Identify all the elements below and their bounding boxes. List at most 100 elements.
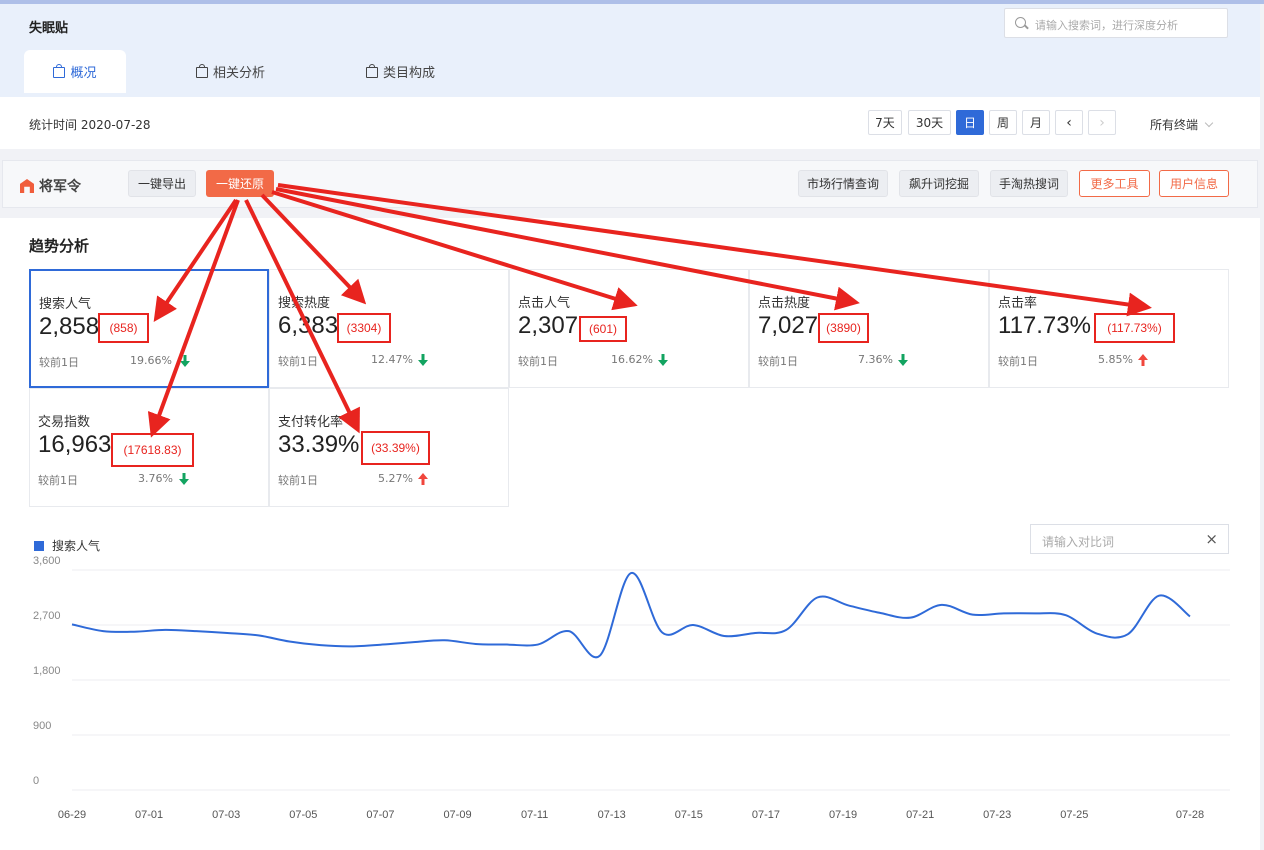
legend-label: 搜索人气: [52, 539, 101, 553]
arrow-down-icon: [898, 354, 908, 366]
metric-compare: 较前1日: [998, 355, 1038, 368]
metric-pct: 5.85%: [1098, 353, 1133, 366]
arrow-down-icon: [418, 354, 428, 366]
x-tick-label: 07-17: [752, 809, 780, 821]
metric-value: 117.73%: [998, 312, 1091, 339]
search-icon: [1015, 17, 1026, 28]
logo-icon: [20, 179, 34, 193]
compare-word-input[interactable]: 请输入对比词 ×: [1030, 524, 1229, 554]
period-day-button[interactable]: 日: [956, 110, 984, 135]
x-tick-label: 06-29: [58, 809, 86, 821]
metric-value: 33.39%: [278, 431, 360, 458]
metric-label: 支付转化率: [278, 415, 344, 430]
tab-related-analysis[interactable]: 相关分析: [196, 50, 265, 93]
chevron-down-icon: [1204, 118, 1214, 128]
metric-value: 7,027: [758, 312, 819, 339]
x-tick-label: 07-23: [983, 809, 1011, 821]
chevron-left-icon: ‹: [1066, 114, 1072, 131]
metric-label: 交易指数: [38, 415, 91, 430]
legend-swatch: [34, 540, 44, 551]
y-tick-label: 1,800: [33, 665, 61, 677]
x-tick-label: 07-19: [829, 809, 857, 821]
x-tick-label: 07-25: [1060, 809, 1088, 821]
metric-compare: 较前1日: [518, 355, 558, 368]
arrow-down-icon: [180, 355, 190, 367]
metric-compare: 较前1日: [38, 474, 78, 487]
metric-value: 6,383: [278, 312, 339, 339]
tab-category[interactable]: 类目构成: [366, 50, 435, 93]
x-tick-label: 07-11: [521, 809, 548, 821]
metric-card-search-popularity[interactable]: 搜索人气 2,858 较前1日 19.66%: [29, 269, 269, 388]
compare-placeholder: 请输入对比词: [1042, 535, 1115, 549]
metric-label: 搜索人气: [39, 297, 92, 312]
metric-pct: 3.76%: [138, 472, 173, 485]
restored-value-click-heat: (3890): [818, 313, 869, 343]
stat-time: 统计时间 2020-07-28: [29, 118, 151, 132]
restored-value-search-popularity: (858): [98, 313, 149, 343]
tab-label: 相关分析: [213, 66, 266, 81]
metric-card-click-popularity[interactable]: 点击人气 2,307 较前1日 16.62%: [509, 269, 749, 388]
plugin-logo: 将军令: [20, 176, 81, 196]
tab-overview[interactable]: 概况: [24, 50, 126, 93]
period-month-button[interactable]: 月: [1022, 110, 1050, 135]
series-line-search-popularity: [71, 572, 1191, 659]
x-tick-label: 07-15: [675, 809, 703, 821]
restored-value-search-heat: (3304): [337, 313, 391, 343]
arrow-down-icon: [179, 473, 189, 485]
chevron-right-icon: ›: [1099, 114, 1105, 131]
soaring-words-button[interactable]: 飙升词挖掘: [899, 170, 979, 197]
market-query-button[interactable]: 市场行情查询: [798, 170, 888, 197]
metric-value: 16,963: [38, 431, 112, 458]
close-icon[interactable]: ×: [1205, 530, 1218, 548]
metric-pct: 19.66%: [130, 354, 172, 367]
metric-label: 点击热度: [758, 296, 811, 311]
y-tick-label: 3,600: [33, 555, 61, 567]
search-input[interactable]: 请输入搜索词，进行深度分析: [1004, 8, 1228, 38]
period-week-button[interactable]: 周: [989, 110, 1017, 135]
search-placeholder: 请输入搜索词，进行深度分析: [1035, 19, 1178, 32]
restored-value-pay-conversion: (33.39%): [361, 431, 430, 465]
metric-label: 搜索热度: [278, 296, 331, 311]
metric-compare: 较前1日: [278, 474, 318, 487]
metric-compare: 较前1日: [278, 355, 318, 368]
hot-search-button[interactable]: 手淘热搜词: [990, 170, 1068, 197]
prev-button[interactable]: ‹: [1055, 110, 1083, 135]
export-button[interactable]: 一键导出: [128, 170, 196, 197]
metric-compare: 较前1日: [758, 355, 798, 368]
metric-pct: 12.47%: [371, 353, 413, 366]
restored-value-click-popularity: (601): [579, 316, 627, 342]
bag-icon: [366, 64, 378, 78]
x-tick-label: 07-05: [289, 809, 317, 821]
x-tick-label: 07-07: [366, 809, 394, 821]
restore-button[interactable]: 一键还原: [206, 170, 274, 197]
next-button[interactable]: ›: [1088, 110, 1116, 135]
metric-label: 点击人气: [518, 296, 571, 311]
y-tick-label: 0: [33, 775, 39, 787]
period-7d-button[interactable]: 7天: [868, 110, 902, 135]
terminal-select[interactable]: 所有终端: [1150, 116, 1214, 133]
x-tick-label: 07-28: [1176, 809, 1204, 821]
metric-pct: 16.62%: [611, 353, 653, 366]
metric-value: 2,858: [39, 313, 100, 340]
y-tick-label: 2,700: [33, 610, 61, 622]
x-tick-label: 07-09: [443, 809, 471, 821]
metric-label: 点击率: [998, 296, 1038, 311]
metric-value: 2,307: [518, 312, 579, 339]
bag-icon: [53, 64, 66, 78]
tab-label: 类目构成: [383, 66, 436, 81]
trend-chart: 3,600 2,700 1,800 900 0 06-29 07-01 07-03 07-05 0…: [33, 555, 1230, 821]
arrow-down-icon: [658, 354, 668, 366]
metric-compare: 较前1日: [39, 356, 79, 369]
chart-legend[interactable]: 搜索人气: [34, 537, 100, 554]
x-tick-label: 07-13: [598, 809, 626, 821]
period-30d-button[interactable]: 30天: [908, 110, 951, 135]
restored-value-ctr: (117.73%): [1094, 313, 1175, 343]
restored-value-trade-index: (17618.83): [111, 433, 194, 467]
x-tick-label: 07-21: [906, 809, 934, 821]
more-tools-button[interactable]: 更多工具: [1079, 170, 1150, 197]
user-info-button[interactable]: 用户信息: [1159, 170, 1229, 197]
x-tick-label: 07-03: [212, 809, 240, 821]
tab-label: 概况: [70, 66, 97, 81]
arrow-up-icon: [418, 473, 428, 485]
metric-card-click-heat[interactable]: 点击热度 7,027 较前1日 7.36%: [749, 269, 989, 388]
